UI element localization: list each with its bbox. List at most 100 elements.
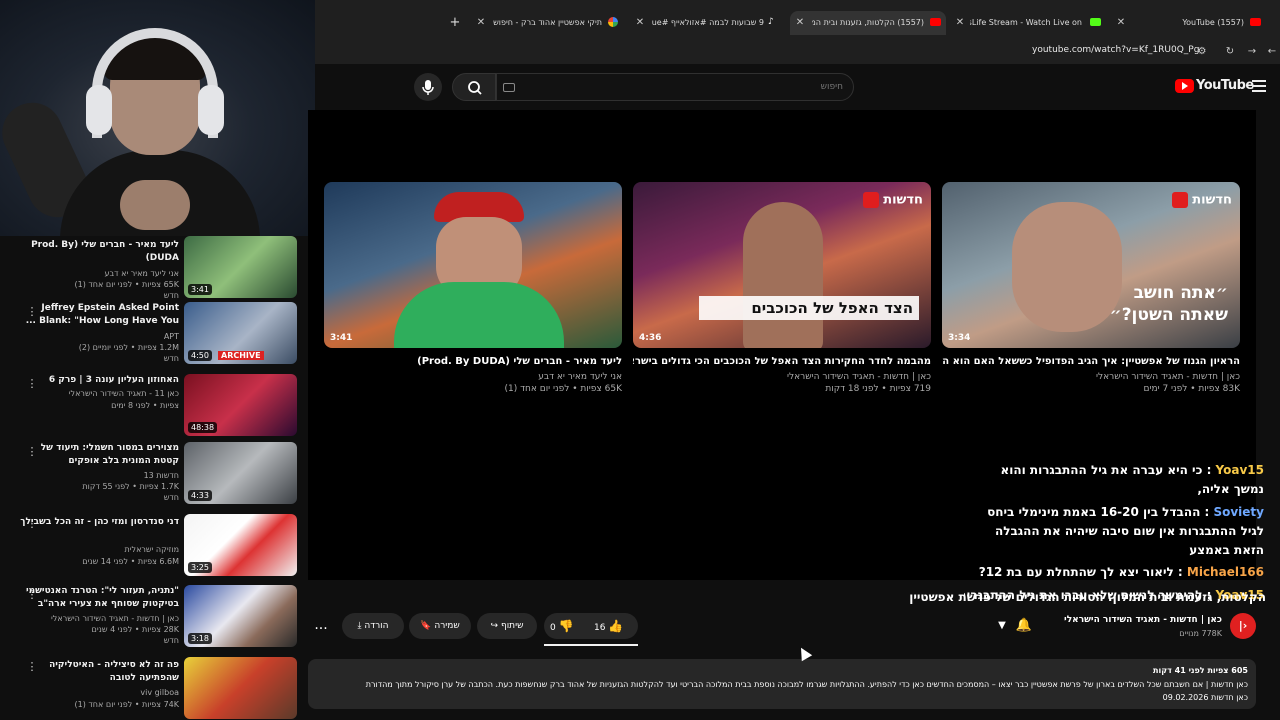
share-icon: ↪ <box>490 621 499 631</box>
related-video-item[interactable]: ⋮ 48:38 האחוזון העליון עונה 3 | פרק 6 כא… <box>0 374 315 440</box>
video-thumbnail[interactable]: 4:33 <box>184 442 297 504</box>
description-box[interactable]: 605 צפיות לפני 41 דקות כאן חדשות | אם חש… <box>308 659 1256 709</box>
headphone-cup-right <box>198 85 224 135</box>
tab-current-video-label[interactable]: (1557) הקלטות, גזענות ובית המ <box>812 11 924 35</box>
video-title[interactable]: דני סנדרסון ומזי כהן - זה הכל בשבילך <box>19 516 179 529</box>
channel-name[interactable]: כאן 11 - תאגיד השידור הישראלי <box>9 388 179 399</box>
video-thumbnail[interactable]: 3:18 <box>184 585 297 647</box>
tab-tiktok[interactable]: 9 שבועות לבמה #אזולאייף #que <box>652 11 764 35</box>
card-channel[interactable]: כאן | חדשות - תאגיד השידור הישראלי <box>942 371 1240 383</box>
duration-badge: 48:38 <box>188 422 218 433</box>
card-title[interactable]: ליעד מאיר - חברים שלי (Prod. By DUDA) <box>324 355 622 368</box>
share-button[interactable]: שיתוף ↪ <box>477 613 537 639</box>
endscreen-video-card[interactable]: חדשות ״אתה חושב שאתה השטן?״ 3:34 <box>942 182 1240 348</box>
chat-username: Yoav15 <box>1215 463 1264 477</box>
channel-name[interactable]: כאן | חדשות - תאגיד השידור הישראלי <box>9 613 179 624</box>
card-title[interactable]: הראיון הגנוז של אפשטיין: איך הגיב הפדופי… <box>942 355 1240 368</box>
channel-name[interactable]: חדשות 13 <box>9 470 179 481</box>
save-button[interactable]: שמירה 🔖 <box>409 613 471 639</box>
archive-label: ARCHIVE <box>218 351 264 360</box>
bookmark-icon: 🔖 <box>420 621 432 631</box>
card-channel[interactable]: אני ליעד מאיר יא דבע <box>324 371 622 383</box>
upload-age: לפני 41 דקות <box>1153 666 1205 675</box>
channel-name[interactable]: אני ליעד מאיר יא דבע <box>9 268 179 279</box>
hamburger-menu-icon[interactable] <box>1252 80 1266 92</box>
headphone-cup-left <box>86 85 112 135</box>
tab-kick-stream[interactable]: LiorsLife Stream - Watch Live on <box>970 11 1082 35</box>
chat-username: Soviety <box>1213 505 1264 519</box>
close-tab-icon[interactable]: ✕ <box>1114 11 1128 35</box>
search-button[interactable] <box>452 73 496 101</box>
close-tab-icon[interactable]: ✕ <box>474 11 488 35</box>
notification-bell-icon[interactable]: 🔔 <box>1012 614 1036 638</box>
view-count: 605 צפיות <box>1207 666 1248 675</box>
youtube-logo[interactable]: YouTube <box>1175 78 1254 96</box>
card-title[interactable]: מהבמה לחדר החקירות הצד האפל של הכוכבים ה… <box>633 355 931 368</box>
channel-avatar[interactable]: |› <box>1230 613 1256 639</box>
microphone-icon <box>422 80 434 95</box>
chat-username: Michael166 <box>1186 565 1264 579</box>
video-thumbnail[interactable]: 48:38 <box>184 374 297 436</box>
related-video-item[interactable]: ⋮ 3:25 דני סנדרסון ומזי כהן - זה הכל בשב… <box>0 514 315 580</box>
related-video-item[interactable]: ⋮ פה זה לא סיציליה - האיטליקיה שהפתיעה ל… <box>0 657 315 720</box>
related-videos-list: 3:41 ליעד מאיר - חברים שלי (Prod. By DUD… <box>0 236 315 720</box>
download-button[interactable]: הורדה ⤓ <box>342 613 404 639</box>
youtube-logo-text: YouTube <box>1196 78 1254 93</box>
chat-text: ליאור יצא לך שהתחלת עם בת 12? <box>978 565 1174 579</box>
endscreen-video-card[interactable]: 3:41 <box>324 182 622 348</box>
back-icon[interactable]: ← <box>1265 45 1279 59</box>
card-meta: 83K צפיות • לפני 7 ימים <box>1143 384 1240 394</box>
screen: 3:41 ליעד מאיר - חברים שלי (Prod. By DUD… <box>0 0 1280 720</box>
site-settings-icon[interactable]: ⚙ <box>1195 45 1209 59</box>
video-title[interactable]: Jeffrey Epstein Asked Point Blank: "How … <box>19 302 179 328</box>
channel-name[interactable]: APT <box>9 331 179 342</box>
endscreen-video-card[interactable]: חדשות הצד האפל של הכוכבים 4:36 <box>633 182 931 348</box>
video-meta: 28K צפיות • לפני 4 שנים <box>91 625 179 634</box>
tab-youtube[interactable]: (1557) YouTube <box>1132 11 1244 35</box>
video-title[interactable]: מצוירים במסור חשמלי: תיעוד של קטטת המוני… <box>19 442 179 468</box>
video-title[interactable]: ליעד מאיר - חברים שלי (Prod. By DUDA) <box>19 239 179 265</box>
view-stats: 605 צפיות לפני 41 דקות <box>318 665 1248 676</box>
new-badge: חדש <box>163 354 179 363</box>
new-tab-button[interactable]: + <box>448 11 462 35</box>
chevron-down-icon[interactable]: ▼ <box>994 618 1010 634</box>
close-tab-icon[interactable]: ✕ <box>793 11 807 35</box>
new-badge: חדש <box>163 636 179 645</box>
channel-name[interactable]: viv gilboa <box>9 687 179 698</box>
video-thumbnail[interactable]: 3:41 <box>184 236 297 298</box>
streamer-hands <box>120 180 190 230</box>
url-text[interactable]: youtube.com/watch?v=Kf_1RU0Q_Pg <box>1032 45 1199 55</box>
video-title[interactable]: "נתניה, תעזור לי": הטרנד האנטישמי בטיקטו… <box>19 585 179 611</box>
duration-badge: 3:18 <box>188 633 212 644</box>
channel-name[interactable]: מוזיקה ישראלית <box>9 544 179 555</box>
related-video-item[interactable]: ⋮ ARCHIVE 4:50 Jeffrey Epstein Asked Poi… <box>0 302 315 368</box>
duration-badge: 3:25 <box>188 562 212 573</box>
close-tab-icon[interactable]: ✕ <box>953 11 967 35</box>
video-title[interactable]: פה זה לא סיציליה - האיטליקיה שהפתיעה לטו… <box>19 659 179 685</box>
close-tab-icon[interactable]: ✕ <box>633 11 647 35</box>
like-count: 16 <box>594 623 606 633</box>
download-icon: ⤓ <box>357 621 362 631</box>
related-video-item[interactable]: ⋮ 4:33 מצוירים במסור חשמלי: תיעוד של קטט… <box>0 442 315 508</box>
new-badge: חדש <box>163 291 179 300</box>
voice-search-button[interactable] <box>414 73 442 101</box>
chat-message: Yoav15 : כי היא עברה את גיל ההתבגרות והו… <box>1000 463 1264 496</box>
reload-icon[interactable]: ↻ <box>1223 45 1237 59</box>
video-thumbnail[interactable]: ARCHIVE 4:50 <box>184 302 297 364</box>
dislike-button[interactable]: 0 👎 <box>550 613 590 639</box>
tiktok-icon: ♪ <box>768 17 774 27</box>
related-video-item[interactable]: ⋮ 3:18 "נתניה, תעזור לי": הטרנד האנטישמי… <box>0 585 315 651</box>
video-thumbnail[interactable] <box>184 657 297 719</box>
more-actions-button[interactable]: ... <box>310 614 332 638</box>
forward-icon[interactable]: → <box>1245 45 1259 59</box>
related-video-item[interactable]: 3:41 ליעד מאיר - חברים שלי (Prod. By DUD… <box>0 236 315 302</box>
card-channel[interactable]: כאן | חדשות - תאגיד השידור הישראלי <box>633 371 931 383</box>
search-box[interactable] <box>496 73 854 101</box>
search-icon <box>468 81 482 95</box>
video-title[interactable]: האחוזון העליון עונה 3 | פרק 6 <box>19 374 179 387</box>
like-button[interactable]: 16 👍 <box>594 613 636 639</box>
search-input[interactable] <box>497 74 853 100</box>
tab-google-search[interactable]: תיקי אפשטיין אהוד ברק - חיפוש <box>490 11 602 35</box>
youtube-play-icon <box>1175 79 1194 93</box>
video-thumbnail[interactable]: 3:25 <box>184 514 297 576</box>
